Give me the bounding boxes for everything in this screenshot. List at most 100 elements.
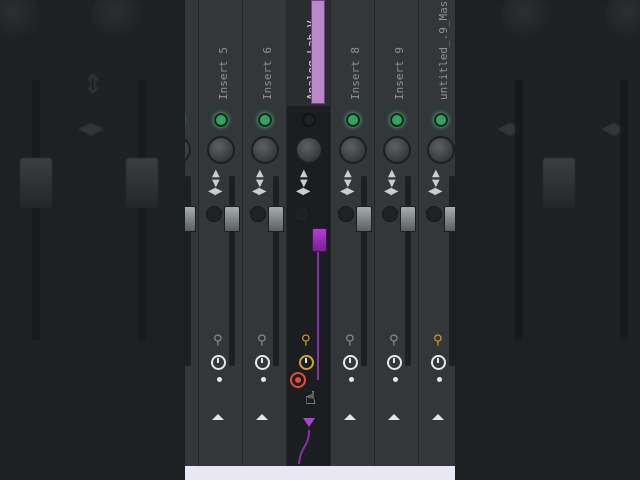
stereo-knob[interactable] (250, 206, 266, 222)
pan-knob[interactable] (207, 136, 235, 164)
stereo-knob[interactable] (382, 206, 398, 222)
dot-icon[interactable] (349, 377, 354, 382)
mixer-strip[interactable]: untitled_.9_Master ▲ ▼ ◀▶ ⚲ (419, 0, 455, 466)
pan-knob[interactable] (185, 136, 191, 164)
strip-led[interactable] (302, 113, 316, 127)
strip-label-area[interactable]: Insert 5 (199, 0, 242, 106)
strip-name: Insert 6 (261, 47, 274, 100)
dot-icon[interactable] (217, 377, 222, 382)
volume-fader[interactable] (312, 228, 327, 252)
chevron-up-icon[interactable] (432, 414, 444, 420)
volume-fader[interactable] (444, 206, 455, 232)
clock-icon[interactable] (299, 355, 314, 370)
pan-knob[interactable] (251, 136, 279, 164)
ghost-fader (126, 158, 158, 208)
mixer-strip[interactable]: Insert 9 ▲ ▼ ◀▶ ⚲ (375, 0, 419, 466)
route-icon[interactable]: ⚲ (345, 333, 355, 348)
volume-fader[interactable] (356, 206, 372, 232)
hand-cursor-icon: ☝ (305, 388, 316, 409)
strip-label-area[interactable]: Insert 8 (331, 0, 374, 106)
mixer-strip[interactable]: Insert 5 ▲ ▼ ◀▶ ⚲ (199, 0, 243, 466)
dot-icon[interactable] (261, 377, 266, 382)
ghost-fader (543, 158, 575, 208)
fader-groove (361, 176, 367, 366)
send-down-arrow-icon[interactable] (303, 418, 315, 427)
volume-fader[interactable] (400, 206, 416, 232)
ghost-knob-icon (0, 0, 40, 40)
strip-label-area[interactable]: untitled_.9_Master (419, 0, 455, 106)
stereo-knob[interactable] (426, 206, 442, 222)
ghost-arrow-icon: ◂▸ (78, 113, 105, 143)
volume-fader[interactable] (185, 206, 196, 232)
mixer-strip-selected[interactable]: Analog Lab V ▲▼ ◀▶ ⚲ ☝ (287, 0, 331, 466)
stereo-arrows-icon[interactable]: ◀▶ (428, 186, 442, 197)
route-icon[interactable]: ⚲ (213, 333, 223, 348)
clock-icon[interactable] (343, 355, 358, 370)
ghost-groove (515, 80, 523, 340)
stereo-arrows-icon[interactable]: ◀▶ (384, 186, 398, 197)
clock-icon[interactable] (387, 355, 402, 370)
pan-knob[interactable] (339, 136, 367, 164)
stereo-knob[interactable] (338, 206, 354, 222)
volume-fader[interactable] (268, 206, 284, 232)
pan-knob[interactable] (383, 136, 411, 164)
chevron-up-icon[interactable] (212, 414, 224, 420)
route-icon[interactable]: ⚲ (433, 333, 443, 348)
mixer-strip[interactable]: Insert 8 ▲ ▼ ◀▶ ⚲ (331, 0, 375, 466)
strip-label-area[interactable]: Insert 6 (243, 0, 286, 106)
cable-icon (298, 430, 310, 465)
stereo-arrows-icon[interactable]: ◀▶ (340, 186, 354, 197)
stereo-arrows-icon[interactable]: ◀▶ (296, 186, 310, 197)
fader-groove (317, 240, 319, 380)
route-icon[interactable]: ⚲ (257, 333, 267, 348)
fader-groove (273, 176, 279, 366)
clock-icon[interactable] (255, 355, 270, 370)
record-icon[interactable] (290, 372, 306, 388)
strip-name: Insert 9 (393, 47, 406, 100)
strip-label-area[interactable] (185, 0, 198, 106)
strip-led[interactable] (434, 113, 448, 127)
chevron-up-icon[interactable] (344, 414, 356, 420)
mixer-strip[interactable]: Insert 6 ▲ ▼ ◀▶ ⚲ (243, 0, 287, 466)
ghost-groove (32, 80, 40, 340)
ghost-fader (20, 158, 52, 208)
ghost-arrow-icon: ⇕ (82, 70, 104, 100)
strip-led[interactable] (390, 113, 404, 127)
fader-groove (185, 176, 191, 366)
strip-name: untitled_.9_Master (437, 0, 450, 100)
dot-icon[interactable] (437, 377, 442, 382)
route-icon[interactable]: ⚲ (301, 333, 311, 348)
strip-label-area[interactable]: Analog Lab V (287, 0, 330, 106)
mixer-strip[interactable]: ▲▼ ◀▶ ⚲ (185, 0, 199, 466)
ghost-knob-icon (92, 0, 142, 40)
chevron-up-icon[interactable] (256, 414, 268, 420)
strip-led[interactable] (214, 113, 228, 127)
stereo-arrows-icon[interactable]: ◀▶ (252, 186, 266, 197)
route-icon[interactable]: ⚲ (389, 333, 399, 348)
blurred-background-left: ⇕ ◂▸ (0, 0, 185, 480)
strip-label-area[interactable]: Insert 9 (375, 0, 418, 106)
pan-knob[interactable] (427, 136, 455, 164)
fader-groove (229, 176, 235, 366)
strip-name: Insert 5 (217, 47, 230, 100)
dot-icon[interactable] (393, 377, 398, 382)
pan-knob[interactable] (295, 136, 323, 164)
fader-groove (405, 176, 411, 366)
ghost-groove (138, 80, 146, 340)
ghost-knob-icon (501, 0, 551, 40)
stereo-arrows-icon[interactable]: ◀▶ (208, 186, 222, 197)
ghost-knob-icon (605, 0, 640, 40)
ghost-groove (620, 80, 628, 340)
stereo-knob[interactable] (294, 206, 310, 222)
volume-fader[interactable] (224, 206, 240, 232)
blurred-background-right: ◂▸ ◂▸ (455, 0, 640, 480)
mixer-panel: ▲▼ ◀▶ ⚲ Insert 5 ▲▼ ◀▶ ⚲ Insert 6 ▲▼ ◀▶ … (185, 0, 455, 466)
clock-icon[interactable] (431, 355, 446, 370)
clock-icon[interactable] (211, 355, 226, 370)
strip-led[interactable] (346, 113, 360, 127)
strip-led[interactable] (258, 113, 272, 127)
strip-name: Insert 8 (349, 47, 362, 100)
fader-groove (449, 176, 455, 366)
chevron-up-icon[interactable] (388, 414, 400, 420)
stereo-knob[interactable] (206, 206, 222, 222)
